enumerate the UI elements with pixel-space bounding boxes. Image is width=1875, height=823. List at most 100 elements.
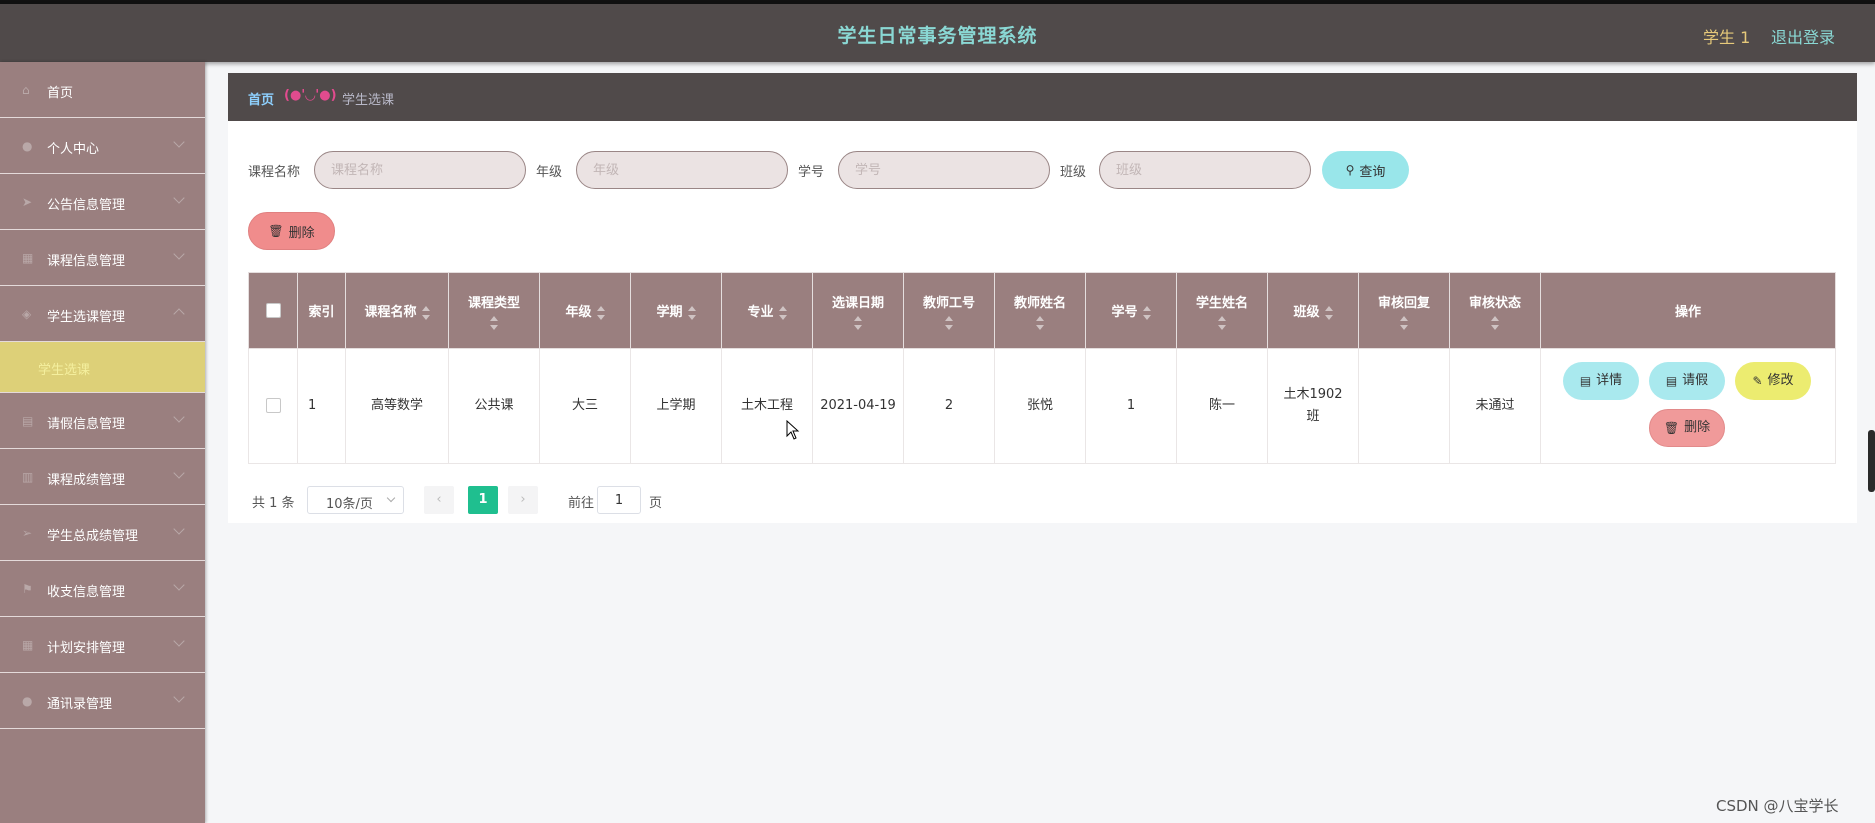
sort-icon[interactable] [854,315,862,330]
sidebar-subitem-label: 学生选课 [38,363,91,378]
sidebar-item-personal-center[interactable]: ● 个人中心 [0,118,205,174]
mouse-cursor-icon [786,420,800,440]
app-header: 学生日常事务管理系统 学生 1 退出登录 [0,4,1875,62]
trash-icon: 🗑 [1663,421,1680,435]
chevron-down-icon [173,691,185,703]
breadcrumb-separator: (●'◡'●) [284,88,337,103]
cell-actions: ▤ 详情 ▤ 请假 ✎ 修改 🗑 删除 [1540,348,1836,464]
sidebar-item-courses[interactable]: ▦ 课程信息管理 [0,230,205,286]
header-major[interactable]: 专业 [721,272,813,349]
sidebar-item-announcements[interactable]: ➤ 公告信息管理 [0,174,205,230]
page-size-select[interactable]: 10条/页 [307,486,404,514]
header-grade[interactable]: 年级 [539,272,631,349]
document-icon: ▤ [1579,374,1592,388]
sort-icon[interactable] [1491,315,1499,330]
chevron-up-icon [173,308,185,320]
sort-icon[interactable] [945,315,953,330]
sidebar-subitem-course-selection[interactable]: 学生选课 [0,342,205,393]
logout-link[interactable]: 退出登录 [1771,24,1835,48]
student-id-label: 学号 [798,165,825,180]
prev-page-button[interactable]: ‹ [424,486,454,514]
sort-icon[interactable] [687,305,696,320]
detail-button[interactable]: ▤ 详情 [1563,362,1639,400]
student-id-input[interactable] [838,151,1050,189]
cell-course-name: 高等数学 [345,348,449,464]
sort-icon[interactable] [1218,315,1226,330]
table-header-row: 索引 课程名称 课程类型 年级 学期 专业 选课日期 教师工号 教师姓名 学号 … [248,272,1836,349]
header-student-name[interactable]: 学生姓名 [1176,272,1268,349]
header-review-reply[interactable]: 审核回复 [1358,272,1450,349]
chevron-down-icon [173,467,185,479]
sort-icon[interactable] [596,305,605,320]
sidebar-item-course-scores[interactable]: ▥ 课程成绩管理 [0,449,205,505]
sidebar-item-plans[interactable]: ▦ 计划安排管理 [0,617,205,673]
table-row: 1 高等数学 公共课 大三 上学期 土木工程 2021-04-19 2 张悦 1… [248,348,1836,464]
header-class[interactable]: 班级 [1267,272,1359,349]
edit-button[interactable]: ✎ 修改 [1735,362,1811,400]
sort-icon[interactable] [421,305,430,320]
sort-icon[interactable] [1324,305,1333,320]
sidebar-item-leave[interactable]: ▤ 请假信息管理 [0,393,205,449]
tag-icon: ◈ [22,307,32,321]
page-number-current[interactable]: 1 [468,486,498,514]
sort-icon[interactable] [1036,315,1044,330]
cell-term: 上学期 [630,348,722,464]
header-course-type[interactable]: 课程类型 [448,272,540,349]
header-review-status[interactable]: 审核状态 [1449,272,1541,349]
scrollbar-thumb[interactable] [1868,430,1875,492]
table-icon: ▦ [22,638,34,652]
sidebar-item-finance[interactable]: ⚑ 收支信息管理 [0,561,205,617]
course-name-label: 课程名称 [248,165,301,180]
class-input[interactable] [1099,151,1311,189]
header-teacher-name[interactable]: 教师姓名 [994,272,1086,349]
page-suffix: 页 [649,496,663,511]
sidebar-item-label: 收支信息管理 [47,585,126,600]
sidebar-item-home[interactable]: ⌂ 首页 [0,62,205,118]
header-date[interactable]: 选课日期 [812,272,904,349]
chevron-down-icon [173,635,185,647]
paper-plane-icon: ➢ [22,526,33,540]
trash-icon: 🗑 [268,224,284,238]
goto-label: 前往 [568,496,595,511]
header-student-id[interactable]: 学号 [1085,272,1177,349]
sidebar-item-label: 课程成绩管理 [47,473,126,488]
header-teacher-id[interactable]: 教师工号 [903,272,995,349]
user-icon: ● [22,139,33,153]
row-select-cell [248,348,298,464]
header-course-name[interactable]: 课程名称 [345,272,449,349]
select-all-checkbox[interactable] [265,303,281,318]
cell-course-type: 公共课 [448,348,540,464]
sidebar-item-label: 请假信息管理 [47,417,126,432]
sort-icon[interactable] [490,315,498,330]
sidebar-item-label: 学生总成绩管理 [47,529,139,544]
goto-page-input[interactable] [597,486,641,514]
cell-class: 土木1902班 [1267,348,1359,464]
breadcrumb: 首页 (●'◡'●) 学生选课 [228,73,1857,121]
cell-review-reply [1358,348,1450,464]
flag-icon: ⚑ [22,582,33,596]
header-term[interactable]: 学期 [630,272,722,349]
sidebar-item-label: 个人中心 [47,142,100,157]
batch-delete-button[interactable]: 🗑 删除 [248,212,335,250]
sidebar-item-total-scores[interactable]: ➢ 学生总成绩管理 [0,505,205,561]
sidebar-item-contacts[interactable]: ● 通讯录管理 [0,673,205,729]
grid-icon: ▦ [22,251,34,265]
sidebar-item-label: 通讯录管理 [47,697,113,712]
breadcrumb-home[interactable]: 首页 [248,89,274,108]
select-all-cell [248,272,298,349]
course-name-input[interactable] [314,151,526,189]
sort-icon[interactable] [778,305,787,320]
sort-icon[interactable] [1142,305,1151,320]
sort-icon[interactable] [1400,315,1408,330]
row-checkbox[interactable] [265,398,281,413]
query-button-label: 查询 [1359,164,1386,180]
query-button[interactable]: ⚲ 查询 [1322,151,1409,189]
leave-button[interactable]: ▤ 请假 [1649,362,1725,400]
watermark: CSDN @八宝学长 [1716,797,1839,815]
app-title: 学生日常事务管理系统 [837,25,1038,47]
grade-input[interactable] [576,151,788,189]
sidebar-item-course-selection[interactable]: ◈ 学生选课管理 [0,286,205,342]
next-page-button[interactable]: › [508,486,538,514]
breadcrumb-current: 学生选课 [342,93,395,108]
row-delete-button[interactable]: 🗑 删除 [1649,409,1725,447]
